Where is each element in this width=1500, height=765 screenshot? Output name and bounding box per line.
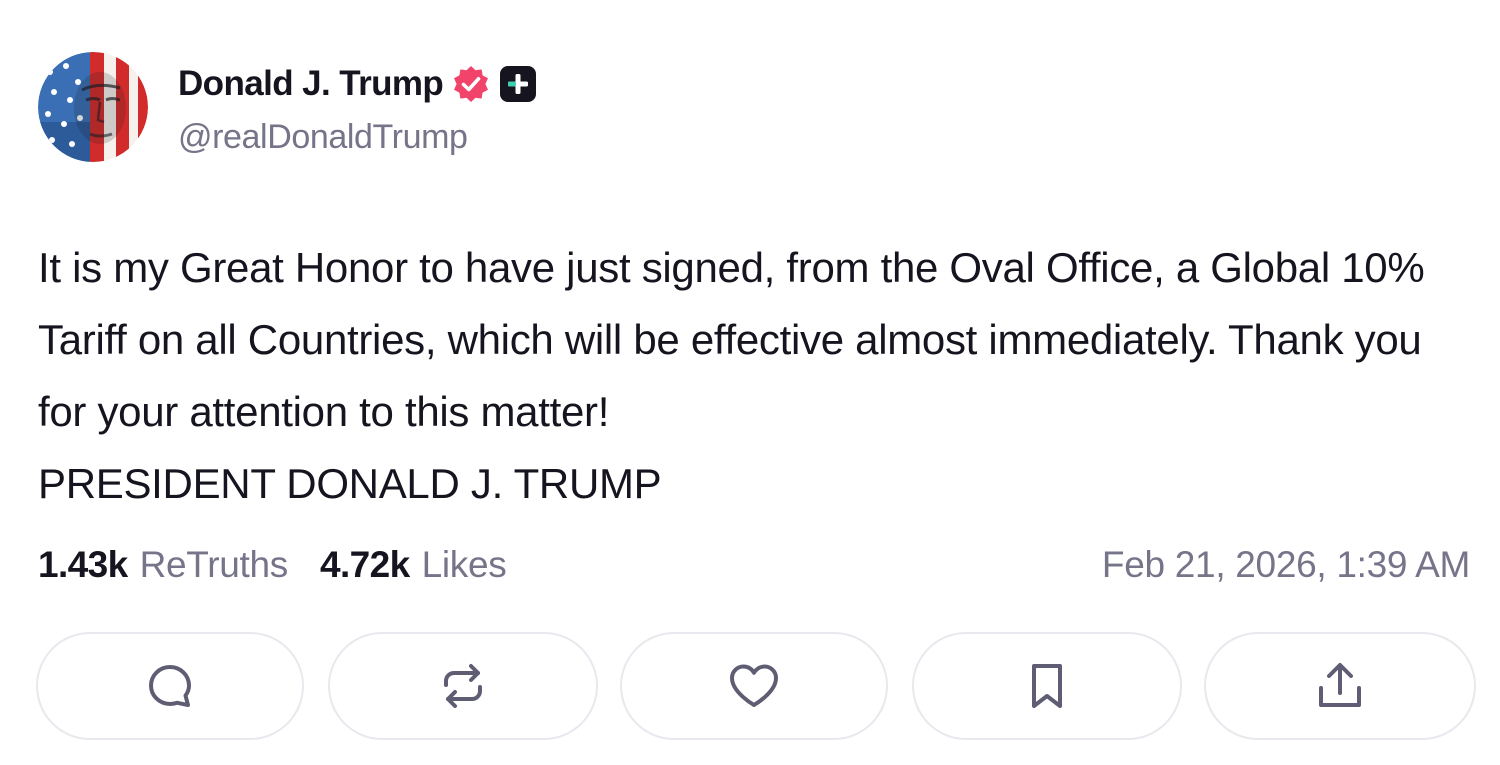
author-display-name[interactable]: Donald J. Trump <box>178 64 444 104</box>
reply-icon <box>145 661 195 711</box>
truth-post: Donald J. Trump @realDonaldTrump It is m… <box>0 0 1500 765</box>
bookmark-icon <box>1025 660 1069 712</box>
post-timestamp[interactable]: Feb 21, 2026, 1:39 AM <box>1102 544 1470 586</box>
heart-icon <box>727 661 781 711</box>
likes-label: Likes <box>421 544 507 585</box>
share-button[interactable] <box>1204 632 1476 740</box>
verified-check-icon <box>451 64 491 104</box>
share-icon <box>1314 660 1366 712</box>
likes-stat[interactable]: 4.72k Likes <box>319 544 507 586</box>
retruths-stat[interactable]: 1.43k ReTruths <box>38 544 288 586</box>
avatar[interactable] <box>38 52 148 162</box>
retruth-button[interactable] <box>328 632 598 740</box>
like-button[interactable] <box>620 632 888 740</box>
author-handle[interactable]: @realDonaldTrump <box>178 118 468 157</box>
reply-button[interactable] <box>36 632 304 740</box>
post-stats: 1.43k ReTruths 4.72k Likes Feb 21, 2026,… <box>38 540 1470 590</box>
bookmark-button[interactable] <box>912 632 1182 740</box>
retruths-label: ReTruths <box>139 544 289 585</box>
avatar-image <box>38 52 148 162</box>
retruth-icon <box>438 661 488 711</box>
post-body: It is my Great Honor to have just signed… <box>38 244 1425 507</box>
likes-count: 4.72k <box>319 544 410 585</box>
author-name-row: Donald J. Trump <box>178 62 537 106</box>
retruths-count: 1.43k <box>38 544 128 585</box>
plus-badge-icon <box>499 65 537 103</box>
post-actions <box>36 632 1476 744</box>
